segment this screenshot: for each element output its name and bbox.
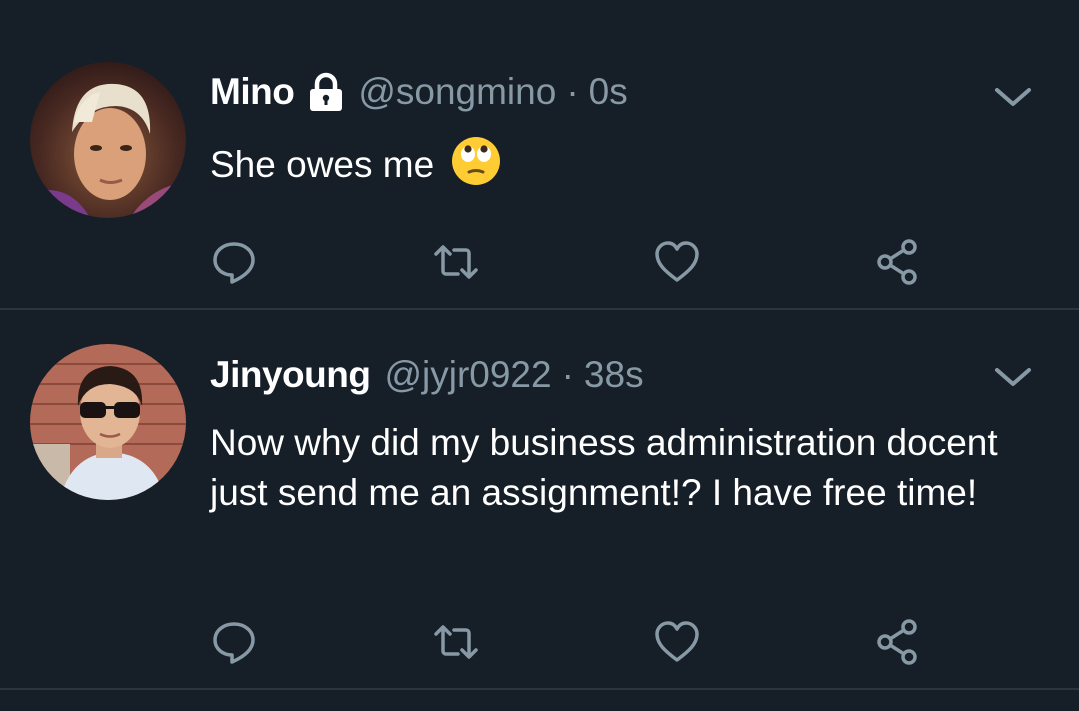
separator: ·	[566, 71, 579, 112]
tweet[interactable]: Mino @songmino · 0s She owes me	[0, 0, 1079, 310]
avatar[interactable]	[30, 62, 186, 218]
reply-icon[interactable]	[210, 238, 258, 286]
share-icon[interactable]	[873, 238, 921, 286]
handle[interactable]: @jyjr0922	[384, 354, 551, 396]
display-name[interactable]: Mino	[210, 71, 295, 113]
lock-icon	[308, 72, 344, 112]
timestamp[interactable]: 0s	[589, 71, 628, 113]
timeline: Mino @songmino · 0s She owes me Jinyoung…	[0, 0, 1079, 711]
chevron-down-icon[interactable]	[991, 362, 1035, 392]
retweet-icon[interactable]	[432, 238, 480, 286]
tweet[interactable]: Jinyoung @jyjr0922 · 38s Now why did my …	[0, 310, 1079, 690]
avatar[interactable]	[30, 344, 186, 500]
tweet-text-content: Now why did my business administration d…	[210, 422, 998, 513]
retweet-icon[interactable]	[432, 618, 480, 666]
tweet-text-content: She owes me	[210, 144, 435, 185]
heart-icon[interactable]	[653, 618, 701, 666]
share-icon[interactable]	[873, 618, 921, 666]
tweet-header: Jinyoung @jyjr0922 · 38s	[210, 350, 959, 400]
handle[interactable]: @songmino	[358, 71, 556, 113]
separator: ·	[561, 354, 574, 395]
tweet-text: Now why did my business administration d…	[210, 418, 1039, 518]
tweet-text: She owes me	[210, 135, 1039, 190]
display-name[interactable]: Jinyoung	[210, 354, 371, 396]
chevron-down-icon[interactable]	[991, 82, 1035, 112]
tweet-header: Mino @songmino · 0s	[210, 67, 959, 117]
tweet-actions	[210, 238, 930, 286]
reply-icon[interactable]	[210, 618, 258, 666]
timestamp[interactable]: 38s	[584, 354, 644, 396]
face-with-rolling-eyes-emoji	[450, 135, 502, 187]
tweet-actions	[210, 618, 930, 666]
heart-icon[interactable]	[653, 238, 701, 286]
